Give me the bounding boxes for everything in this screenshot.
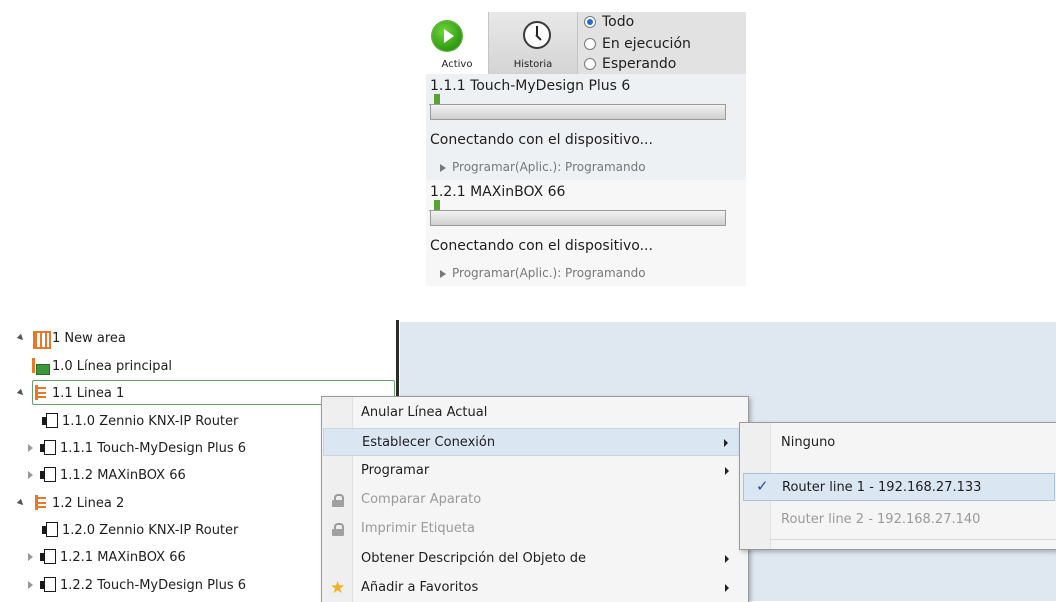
job-status: Conectando con el dispositivo... <box>430 238 653 254</box>
tree-item-label: 1 New area <box>52 330 126 346</box>
menu-item-print-label: Imprimir Etiqueta <box>323 515 745 543</box>
menu-item-compare-device: Comparar Aparato <box>323 486 745 514</box>
collapse-icon[interactable] <box>16 332 26 344</box>
expand-triangle-icon <box>440 269 446 278</box>
history-tab-button[interactable]: Historia <box>488 12 578 74</box>
active-tab-label: Activo <box>441 59 473 70</box>
expand-triangle-icon <box>440 163 446 172</box>
tree-item-label: 1.1.2 MAXinBOX 66 <box>60 467 186 483</box>
lock-icon <box>332 523 344 536</box>
submenu-arrow-icon <box>724 439 728 447</box>
tree-item-line-1[interactable]: 1.1 Linea 1 <box>16 382 124 404</box>
job-title: 1.1.1 Touch-MyDesign Plus 6 <box>430 78 631 94</box>
submenu-item-label: Router line 2 - 192.168.27.140 <box>781 512 981 527</box>
progress-panel: Activo Historia Todo En ejecución Espera… <box>426 12 746 286</box>
submenu-arrow-icon <box>725 555 729 563</box>
download-job-item[interactable]: 1.1.1 Touch-MyDesign Plus 6 Conectando c… <box>426 74 746 180</box>
menu-item-label: Comparar Aparato <box>361 492 482 507</box>
filter-running-label: En ejecución <box>602 36 691 52</box>
checkmark-icon: ✓ <box>756 477 769 495</box>
menu-item-label: Establecer Conexión <box>362 435 496 450</box>
tree-item-label: 1.2.2 Touch-MyDesign Plus 6 <box>60 577 247 593</box>
line-icon <box>32 385 50 401</box>
tree-item-label: 1.2.0 Zennio KNX-IP Router <box>62 522 239 538</box>
expand-icon[interactable] <box>24 579 34 591</box>
job-progress-bar <box>430 210 726 226</box>
job-progress-bar <box>430 104 726 120</box>
tree-item-label: 1.1.1 Touch-MyDesign Plus 6 <box>60 440 247 456</box>
device-icon <box>40 549 58 565</box>
menu-item-label: Programar <box>361 463 430 478</box>
tree-item-device[interactable]: 1.1.2 MAXinBOX 66 <box>24 464 186 486</box>
tree-item-device[interactable]: 1.2.1 MAXinBOX 66 <box>24 546 186 568</box>
tree-item-main-line[interactable]: 1.0 Línea principal <box>32 355 172 377</box>
filter-radio-all[interactable]: Todo <box>584 14 634 30</box>
submenu-arrow-icon <box>725 467 729 475</box>
expand-icon[interactable] <box>24 469 34 481</box>
menu-item-object-description[interactable]: Obtener Descripción del Objeto de <box>323 545 745 573</box>
collapse-icon[interactable] <box>16 387 26 399</box>
device-icon <box>42 522 60 538</box>
context-menu: Anular Línea Actual Establecer Conexión … <box>321 396 749 602</box>
submenu-item-router-line-1[interactable]: ✓ Router line 1 - 192.168.27.133 <box>743 473 1055 501</box>
expand-icon[interactable] <box>24 442 34 454</box>
menu-item-label: Añadir a Favoritos <box>361 580 479 595</box>
line-icon <box>32 495 50 511</box>
tree-item-label: 1.1 Linea 1 <box>52 385 125 401</box>
connection-submenu: Ninguno ✓ Router line 1 - 192.168.27.133… <box>739 422 1056 550</box>
radio-button-icon <box>584 16 596 28</box>
submenu-item-label: Ninguno <box>781 435 836 450</box>
tree-item-device[interactable]: 1.2.0 Zennio KNX-IP Router <box>42 519 238 541</box>
submenu-separator <box>770 539 1056 540</box>
tree-item-label: 1.1.0 Zennio KNX-IP Router <box>62 413 239 429</box>
job-substatus-text: Programar(Aplic.): Programando <box>452 160 646 174</box>
main-line-icon <box>32 358 50 375</box>
job-substatus[interactable]: Programar(Aplic.): Programando <box>440 266 646 280</box>
download-job-item[interactable]: 1.2.1 MAXinBOX 66 Conectando con el disp… <box>426 180 746 286</box>
panel-toolbar: Activo Historia Todo En ejecución Espera… <box>426 12 746 74</box>
star-icon: ★ <box>330 578 346 598</box>
active-tab-button[interactable]: Activo <box>426 12 488 74</box>
area-icon <box>32 330 51 349</box>
menu-item-set-connection[interactable]: Establecer Conexión <box>323 428 745 456</box>
tree-item-area[interactable]: 1 New area <box>16 327 126 349</box>
play-icon <box>432 21 462 51</box>
submenu-item-label: Router line 1 - 192.168.27.133 <box>782 480 982 495</box>
tree-item-device[interactable]: 1.2.2 Touch-MyDesign Plus 6 <box>24 574 246 596</box>
filter-waiting-label: Esperando <box>602 56 677 72</box>
radio-button-icon <box>584 58 596 70</box>
device-icon <box>40 440 58 456</box>
job-substatus-text: Programar(Aplic.): Programando <box>452 266 646 280</box>
menu-item-label: Imprimir Etiqueta <box>361 521 475 536</box>
job-title: 1.2.1 MAXinBOX 66 <box>430 184 566 200</box>
tree-item-label: 1.2.1 MAXinBOX 66 <box>60 549 186 565</box>
device-icon <box>40 467 58 483</box>
tree-item-label: 1.0 Línea principal <box>52 358 173 374</box>
collapse-icon[interactable] <box>16 497 26 509</box>
job-status: Conectando con el dispositivo... <box>430 132 653 148</box>
menu-item-label: Anular Línea Actual <box>361 405 488 420</box>
filter-radio-waiting[interactable]: Esperando <box>584 56 676 72</box>
menu-item-label: Obtener Descripción del Objeto de <box>361 551 587 566</box>
menu-item-add-favorites[interactable]: ★ Añadir a Favoritos <box>323 574 745 602</box>
tree-item-label: 1.2 Linea 2 <box>52 495 125 511</box>
expand-icon[interactable] <box>24 551 34 563</box>
menu-item-override-line[interactable]: Anular Línea Actual <box>323 399 745 427</box>
job-substatus[interactable]: Programar(Aplic.): Programando <box>440 160 646 174</box>
submenu-item-router-line-2: Router line 2 - 192.168.27.140 <box>743 506 1055 534</box>
clock-icon <box>523 21 551 49</box>
tree-item-device[interactable]: 1.1.1 Touch-MyDesign Plus 6 <box>24 437 246 459</box>
device-icon <box>42 413 60 429</box>
filter-all-label: Todo <box>602 14 635 30</box>
device-icon <box>40 577 58 593</box>
history-tab-label: Historia <box>513 59 553 70</box>
radio-button-icon <box>584 38 596 50</box>
lock-icon <box>332 494 344 507</box>
filter-radio-running[interactable]: En ejecución <box>584 36 691 52</box>
tree-item-line-2[interactable]: 1.2 Linea 2 <box>16 492 124 514</box>
submenu-item-none[interactable]: Ninguno <box>743 429 1055 457</box>
tree-item-device[interactable]: 1.1.0 Zennio KNX-IP Router <box>42 410 238 432</box>
submenu-arrow-icon <box>725 584 729 592</box>
menu-item-program[interactable]: Programar <box>323 457 745 485</box>
